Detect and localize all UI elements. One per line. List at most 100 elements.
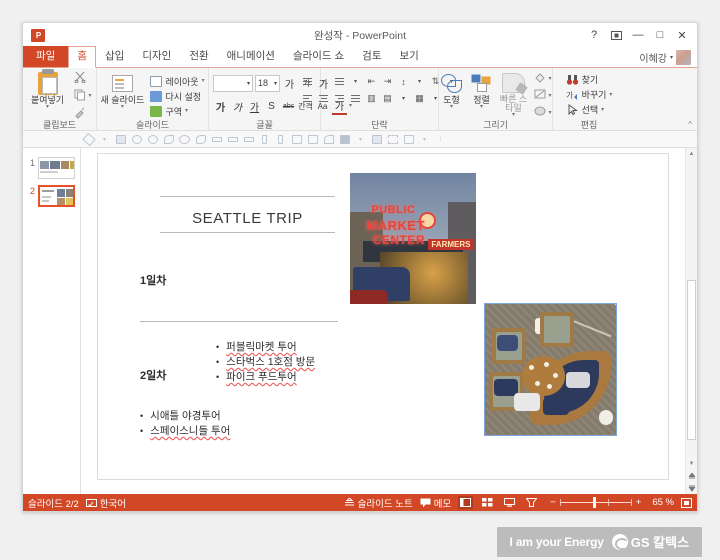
align-center-button[interactable] (316, 91, 331, 106)
group-objects-icon[interactable] (289, 132, 304, 146)
collapse-ribbon-button[interactable]: ^ (688, 120, 692, 129)
tab-design[interactable]: 디자인 (133, 47, 180, 67)
day2-bullet-list[interactable]: • 퍼블릭마켓 투어 • 스타벅스 1호점 방문 • 파이크 푸드투어 (216, 340, 315, 385)
shape-ellipse-icon[interactable] (177, 132, 192, 146)
numbering-button[interactable] (332, 74, 347, 89)
bullets-button[interactable] (300, 74, 315, 89)
shape-tilt-icon[interactable] (161, 132, 176, 146)
slide-thumbnail-pane[interactable]: 1 2 (23, 148, 81, 494)
list-item[interactable]: 1 (23, 154, 80, 182)
line-spacing-button[interactable]: ↕ (396, 74, 411, 89)
section-button[interactable]: 구역 ▾ (147, 105, 207, 119)
pen-tool-icon[interactable] (81, 132, 96, 146)
underline-button[interactable]: 가 (247, 98, 262, 115)
list-item[interactable]: • 스타벅스 1호점 방문 (216, 355, 315, 370)
align-top-icon[interactable] (209, 132, 224, 146)
notes-button[interactable]: 슬라이드 노트 (344, 496, 413, 510)
send-backward-icon[interactable] (337, 132, 352, 146)
minimize-button[interactable]: — (627, 24, 649, 46)
day2-label[interactable]: 2일차 (140, 367, 166, 383)
fit-to-window-button[interactable] (681, 497, 692, 508)
tab-animations[interactable]: 애니메이션 (218, 47, 284, 67)
slideshow-button[interactable] (524, 496, 539, 509)
quick-styles-button[interactable]: 빠른 스타일 ▾ (497, 70, 531, 120)
cut-button[interactable] (71, 70, 95, 87)
user-account[interactable]: 이혜강 ▾ (639, 50, 691, 65)
zoom-slider[interactable]: − + (546, 497, 645, 508)
shape-circle-icon[interactable] (145, 132, 160, 146)
font-size-input[interactable]: 18 ▾ (255, 74, 280, 92)
chevron-down-icon[interactable]: ▾ (417, 132, 432, 146)
copy-button[interactable]: ▾ (71, 88, 95, 105)
tab-home[interactable]: 홈 (68, 46, 96, 68)
chevron-down-icon[interactable]: ▾ (316, 74, 331, 89)
more-commands-icon[interactable]: ⁞ (433, 132, 448, 146)
shape-outline-button[interactable]: ▾ (531, 88, 555, 104)
find-button[interactable]: 찾기 (563, 73, 616, 87)
public-market-photo[interactable]: PUBLIC MARKET CENTER FARMERS (350, 173, 476, 304)
rotate-icon[interactable] (321, 132, 336, 146)
tab-file[interactable]: 파일 (23, 46, 69, 67)
convert-smartart-button[interactable]: ▦ (412, 91, 427, 106)
shape-effects-button[interactable]: ▾ (531, 105, 555, 121)
chevron-down-icon[interactable]: ▾ (412, 74, 427, 89)
zoom-thumb[interactable] (592, 497, 596, 508)
tab-review[interactable]: 검토 (353, 47, 390, 67)
close-button[interactable]: ✕ (671, 24, 693, 46)
align-middle-icon[interactable] (225, 132, 240, 146)
cafe-lounge-photo[interactable] (484, 303, 617, 436)
tab-insert[interactable]: 삽입 (96, 47, 133, 67)
ribbon-options-icon[interactable] (605, 24, 627, 46)
tab-view[interactable]: 보기 (391, 47, 428, 67)
font-name-input[interactable]: ▾ (213, 74, 253, 92)
slide-title[interactable]: SEATTLE TRIP (156, 210, 339, 227)
align-bottom-icon[interactable] (241, 132, 256, 146)
columns-button[interactable]: ▥ (364, 91, 379, 106)
list-item[interactable]: • 스페이스니들 투어 (140, 424, 230, 439)
slide-sorter-button[interactable] (480, 496, 495, 509)
slide-thumbnail-2[interactable] (38, 185, 75, 207)
select-button[interactable]: 선택 ▾ (563, 103, 616, 117)
selection-pane-icon[interactable] (369, 132, 384, 146)
zoom-out-button[interactable]: − (546, 497, 560, 508)
chevron-down-icon[interactable]: ▾ (396, 91, 411, 106)
vertical-scrollbar[interactable]: ▲ ▼ (685, 148, 697, 494)
shape-blob-icon[interactable] (193, 132, 208, 146)
zoom-track[interactable] (559, 497, 632, 508)
chevron-down-icon[interactable]: ▾ (97, 132, 112, 146)
list-item[interactable]: 2 (23, 182, 80, 210)
replace-button[interactable]: 가 바꾸기 ▾ (563, 88, 616, 102)
italic-button[interactable]: 가 (230, 98, 245, 115)
shape-fill-button[interactable]: ▾ (531, 71, 555, 87)
bold-button[interactable]: 가 (213, 98, 228, 115)
align-left-button[interactable] (300, 91, 315, 106)
reading-view-button[interactable] (502, 496, 517, 509)
shape-oval-icon[interactable] (129, 132, 144, 146)
list-item[interactable]: • 퍼블릭마켓 투어 (216, 340, 315, 355)
strikethrough-button[interactable]: abc (281, 98, 296, 115)
chevron-down-icon[interactable]: ▾ (353, 132, 368, 146)
slide-canvas[interactable]: SEATTLE TRIP 1일차 2일차 • 퍼블릭마켓 투어 • 스타벅스 1… (97, 153, 669, 480)
ungroup-objects-icon[interactable] (305, 132, 320, 146)
align-text-button[interactable]: ▤ (380, 91, 395, 106)
reset-button[interactable]: 다시 설정 (147, 90, 207, 104)
list-item[interactable]: • 파이크 푸드투어 (216, 370, 315, 385)
zoom-in-button[interactable]: + (632, 497, 646, 508)
decrease-indent-button[interactable]: ⇤ (364, 74, 379, 89)
comments-button[interactable]: 메모 (420, 496, 451, 510)
prev-slide-button[interactable] (686, 470, 698, 482)
help-icon[interactable]: ? (583, 24, 605, 46)
paste-button[interactable]: 붙여넣기 ▾ (25, 68, 71, 120)
list-item[interactable]: • 시애틀 야경투어 (140, 409, 230, 424)
distribute-v-icon[interactable] (273, 132, 288, 146)
distribute-h-icon[interactable] (257, 132, 272, 146)
scrollbar-thumb[interactable] (687, 280, 696, 440)
grow-font-button[interactable]: 가 (282, 75, 297, 92)
align-right-button[interactable] (332, 91, 347, 106)
justify-button[interactable] (348, 91, 363, 106)
new-slide-button[interactable]: 새 슬라이드 ▾ (97, 70, 147, 120)
tab-transitions[interactable]: 전환 (180, 47, 217, 67)
zoom-level[interactable]: 65 % (652, 497, 674, 508)
text-box-icon[interactable] (401, 132, 416, 146)
slide-thumbnail-1[interactable] (38, 157, 75, 179)
